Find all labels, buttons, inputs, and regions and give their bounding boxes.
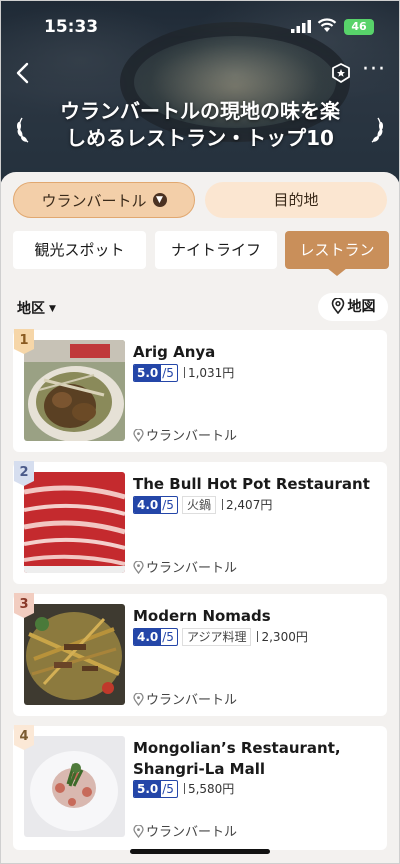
- restaurant-meta: 5.0/5 5,580円: [133, 780, 234, 798]
- restaurant-photo: [24, 340, 125, 441]
- map-pin-icon: [331, 297, 344, 315]
- location-pin-icon: [133, 692, 144, 707]
- location-label: ウランバートル: [146, 429, 238, 444]
- cuisine-tag: 火鍋: [181, 496, 216, 514]
- rank-badge: 1: [12, 327, 36, 355]
- page-title: ウランバートルの現地の味を楽 しめるレストラン・トップ10: [36, 98, 364, 152]
- home-indicator[interactable]: [130, 849, 270, 854]
- restaurant-photo: [24, 736, 125, 837]
- restaurant-photo: [24, 604, 125, 705]
- rating-value: 4.0: [134, 497, 162, 513]
- rating-value: 4.0: [134, 629, 162, 645]
- laurel-right-icon: [371, 117, 383, 143]
- rank-badge: 3: [12, 591, 36, 619]
- rank-badge: 4: [12, 723, 36, 751]
- status-bar: 15:33 46: [0, 0, 400, 50]
- rank-number: 2: [19, 465, 29, 480]
- rating-max: /5: [162, 630, 174, 644]
- city-selector-button[interactable]: ウランバートル ▼: [13, 182, 195, 218]
- cellular-signal-icon: [291, 20, 311, 33]
- location-pin-icon: [133, 428, 144, 443]
- map-button[interactable]: 地図: [318, 293, 388, 321]
- restaurant-location: ウランバートル: [133, 689, 237, 708]
- badge-button[interactable]: [330, 62, 352, 84]
- average-price: 1,031円: [184, 364, 234, 382]
- region-filter-label: 地区: [17, 301, 45, 317]
- restaurant-meta: 5.0/5 1,031円: [133, 364, 234, 382]
- restaurant-card[interactable]: 4 Mongolian’s Restaurant, Shangri-La Mal…: [12, 723, 387, 850]
- page-title-line2: しめるレストラン・トップ10: [66, 126, 334, 150]
- rank-badge: 2: [12, 459, 36, 487]
- rating-value: 5.0: [134, 781, 162, 797]
- location-label: ウランバートル: [146, 561, 238, 576]
- more-dots-icon: ···: [362, 57, 386, 82]
- restaurant-location: ウランバートル: [133, 821, 237, 840]
- rank-number: 1: [19, 333, 29, 348]
- rating-badge: 5.0/5: [133, 364, 178, 382]
- status-time: 15:33: [44, 17, 99, 37]
- destination-label: 目的地: [273, 191, 319, 209]
- tab-sightseeing-label: 観光スポット: [34, 241, 125, 259]
- location-label: ウランバートル: [146, 693, 238, 708]
- restaurant-card[interactable]: 1 Arig Anya 5.0/5 1,031円 ウランバートル: [12, 327, 387, 452]
- city-selector-label: ウランバートル: [41, 192, 147, 210]
- average-price: 2,300円: [257, 628, 307, 646]
- chevron-down-icon: ▼: [152, 192, 167, 207]
- average-price: 5,580円: [184, 780, 234, 798]
- restaurant-meta: 4.0/5 火鍋 2,407円: [133, 496, 272, 514]
- rank-number: 3: [19, 597, 29, 612]
- restaurant-location: ウランバートル: [133, 557, 237, 576]
- rating-badge: 4.0/5: [133, 628, 178, 646]
- restaurant-meta: 4.0/5 アジア料理 2,300円: [133, 628, 308, 646]
- rating-value: 5.0: [134, 365, 162, 381]
- average-price: 2,407円: [222, 496, 272, 514]
- rating-max: /5: [162, 366, 174, 380]
- restaurant-card[interactable]: 2 The Bull Hot Pot Restaurant 4.0/5 火鍋 2,4…: [12, 459, 387, 584]
- restaurant-location: ウランバートル: [133, 425, 237, 444]
- region-filter[interactable]: 地区 ▼: [17, 298, 56, 318]
- tab-restaurants[interactable]: レストラン: [285, 231, 389, 269]
- page-title-line1: ウランバートルの現地の味を楽: [60, 99, 340, 123]
- restaurant-name: Modern Nomads: [133, 607, 271, 625]
- location-pin-icon: [133, 560, 144, 575]
- restaurant-name: Arig Anya: [133, 343, 216, 361]
- shield-star-icon: [332, 63, 350, 83]
- map-button-label: 地図: [347, 299, 376, 315]
- destination-button[interactable]: 目的地: [205, 182, 387, 218]
- tab-sightseeing[interactable]: 観光スポット: [13, 231, 146, 269]
- active-tab-pointer: [327, 268, 347, 276]
- back-button[interactable]: [12, 58, 38, 88]
- rating-max: /5: [162, 498, 174, 512]
- restaurant-card[interactable]: 3 Modern Nomads 4.0/5 アジア料理 2,300円 ウランバートル: [12, 591, 387, 716]
- rating-badge: 4.0/5: [133, 496, 178, 514]
- chevron-left-icon: [16, 62, 29, 84]
- rating-max: /5: [162, 782, 174, 796]
- rank-number: 4: [19, 729, 29, 744]
- wifi-icon: [317, 18, 337, 32]
- restaurant-photo: [24, 472, 125, 573]
- caret-down-icon: ▼: [49, 304, 56, 314]
- restaurant-name: Mongolian’s Restaurant, Shangri-La Mall: [133, 739, 341, 778]
- tab-nightlife[interactable]: ナイトライフ: [155, 231, 277, 269]
- tab-restaurants-label: レストラン: [299, 241, 375, 259]
- restaurant-name: The Bull Hot Pot Restaurant: [133, 475, 370, 493]
- rating-badge: 5.0/5: [133, 780, 178, 798]
- battery-indicator: 46: [344, 19, 374, 35]
- location-pin-icon: [133, 824, 144, 839]
- cuisine-tag: アジア料理: [181, 628, 252, 646]
- location-label: ウランバートル: [146, 825, 238, 840]
- laurel-left-icon: [17, 117, 29, 143]
- more-options-button[interactable]: ···: [362, 59, 388, 84]
- tab-nightlife-label: ナイトライフ: [170, 241, 261, 259]
